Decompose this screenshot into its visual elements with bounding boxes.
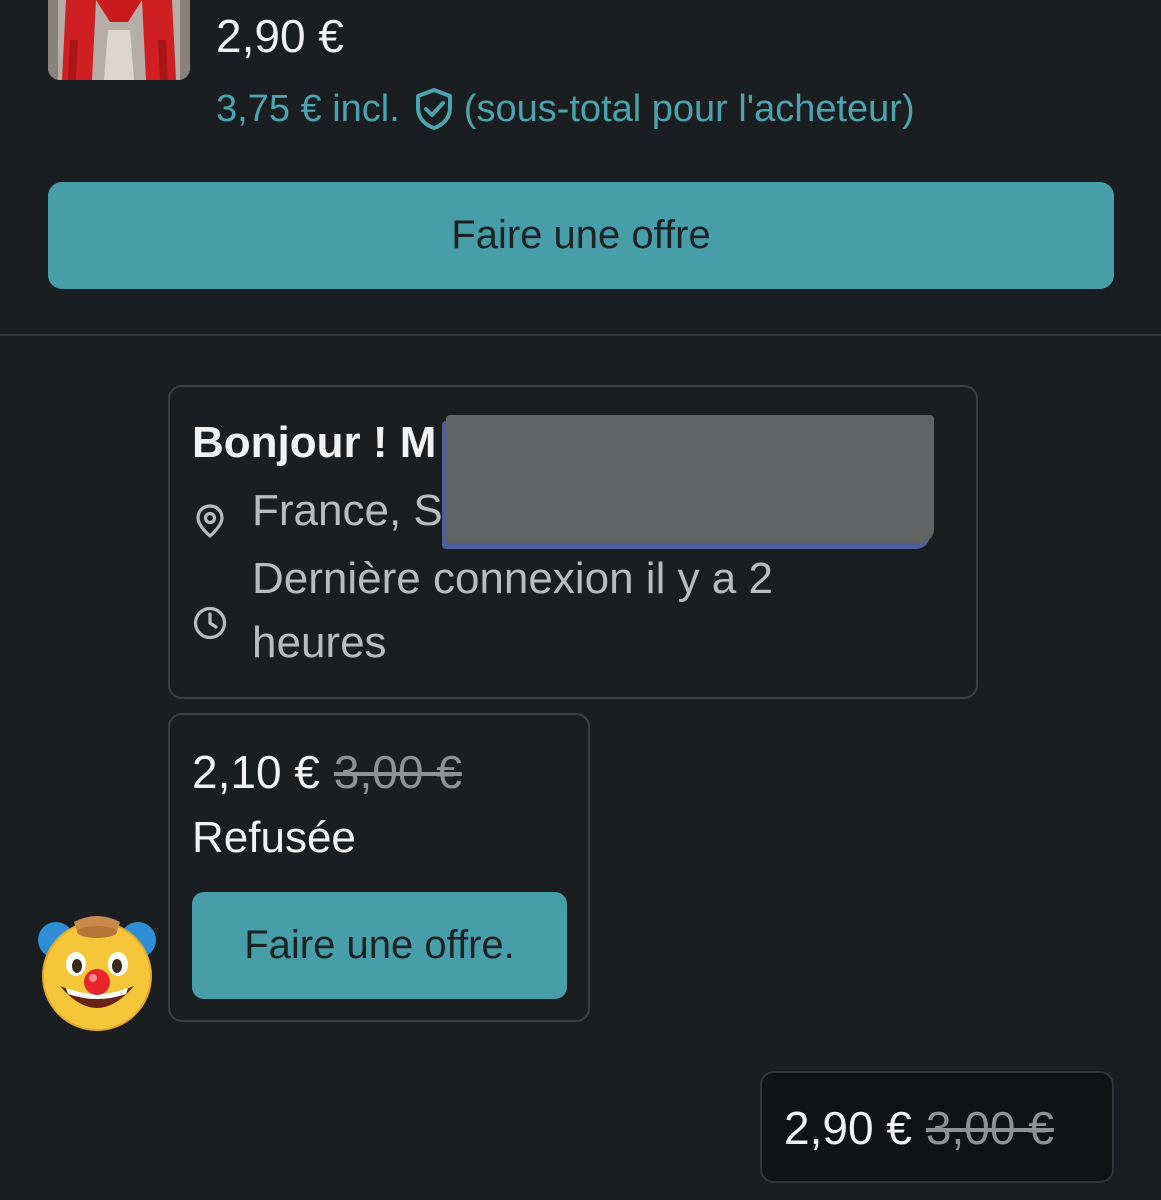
shield-check-icon[interactable]	[414, 87, 454, 131]
sent-offer-new-price: 2,90 €	[784, 1102, 912, 1154]
last-seen-row: Dernière connexion il y a 2 heures	[192, 547, 892, 675]
sent-offer-price-line: 2,90 €3,00 €	[784, 1099, 1054, 1157]
user-location-row: France, S	[192, 479, 443, 543]
offer-new-price: 2,10 €	[192, 746, 320, 798]
redaction-box	[446, 415, 934, 543]
offer-status: Refusée	[192, 813, 356, 862]
sent-offer-old-price: 3,00 €	[925, 1102, 1054, 1154]
user-location: France, S	[252, 486, 443, 535]
greeting-text: Bonjour ! M	[192, 418, 437, 467]
item-price: 2,90 €	[216, 10, 344, 62]
last-seen-text: Dernière connexion il y a 2 heures	[252, 554, 773, 667]
buyer-price-line[interactable]: 3,75 € incl. (sous-total pour l'acheteur…	[216, 82, 915, 136]
item-thumbnail-image	[48, 0, 190, 80]
buyer-subtotal-label: (sous-total pour l'acheteur)	[463, 88, 915, 130]
clown-face-icon[interactable]	[36, 912, 158, 1034]
section-divider	[0, 334, 1161, 336]
offer-message-card: 2,10 €3,00 € Refusée Faire une offre.	[168, 713, 590, 1022]
make-offer-button[interactable]: Faire une offre	[48, 182, 1114, 289]
sent-offer-card: 2,90 €3,00 €	[760, 1071, 1114, 1183]
item-thumbnail[interactable]	[48, 0, 190, 80]
offer-old-price: 3,00 €	[333, 746, 462, 798]
price-incl: 3,75 € incl.	[216, 88, 400, 130]
make-offer-again-button[interactable]: Faire une offre.	[192, 892, 567, 999]
map-pin-icon	[192, 493, 228, 538]
user-info-card: Bonjour ! M France, S Dernière connexion…	[168, 385, 978, 699]
offer-price-line: 2,10 €3,00 €	[192, 743, 462, 801]
clock-icon	[192, 595, 228, 640]
